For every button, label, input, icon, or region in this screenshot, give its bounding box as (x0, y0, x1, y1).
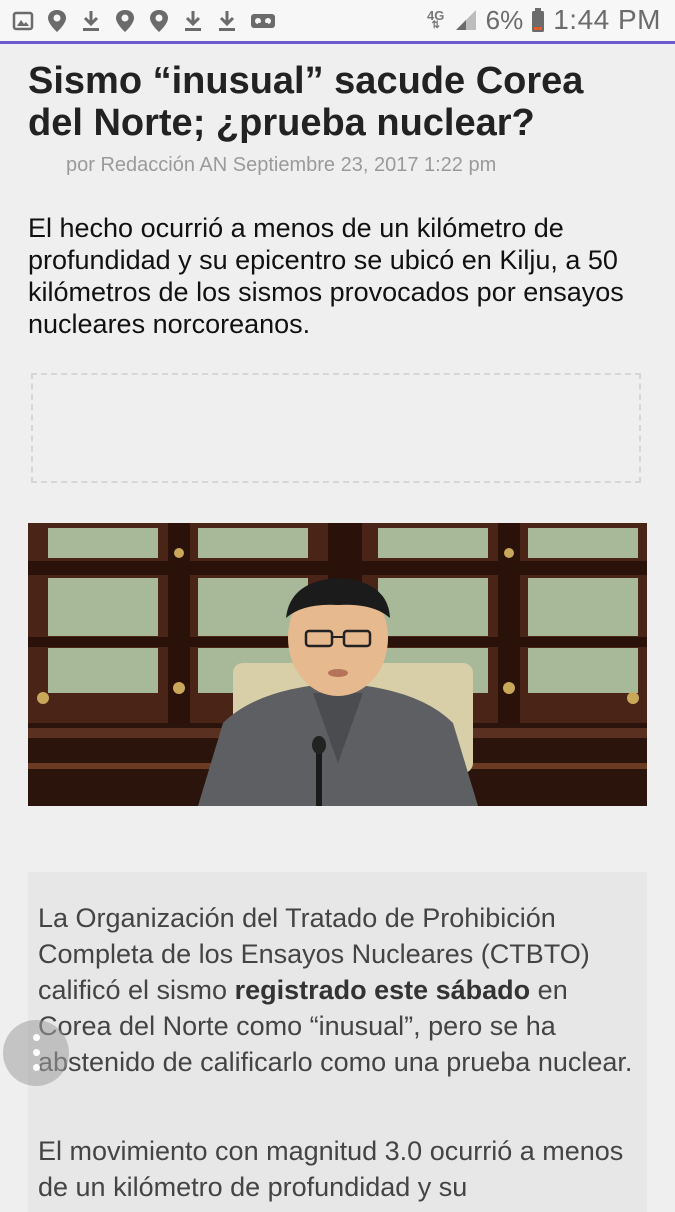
location-pin-icon (48, 10, 66, 32)
battery-icon (532, 8, 545, 32)
gallery-icon (12, 11, 34, 31)
status-bar: 4G ⇅ 6% 1:44 PM (0, 0, 675, 44)
article-photo (28, 523, 647, 806)
article-lead: El hecho ocurrió a menos de un kilómetro… (28, 213, 624, 339)
battery-percent: 6% (485, 4, 524, 35)
download-icon (219, 11, 235, 31)
more-dots-icon (33, 1049, 40, 1056)
network-type: 4G ⇅ (426, 8, 445, 31)
more-dots-icon (33, 1064, 40, 1071)
signal-icon (455, 10, 476, 30)
ad-placeholder (31, 373, 641, 483)
download-icon (185, 11, 201, 31)
clock: 1:44 PM (553, 4, 661, 35)
article-paragraph: El movimiento con magnitud 3.0 ocurrió a… (38, 1136, 624, 1202)
voicemail-icon (251, 14, 275, 28)
article-title: Sismo “inusual” sacude Corea del Norte; … (28, 60, 584, 144)
article-paragraph: La Organización del Tratado de Prohibici… (38, 900, 643, 1080)
article-byline[interactable]: por Redacción AN Septiembre 23, 2017 1:2… (66, 154, 496, 177)
location-pin-icon (150, 10, 168, 32)
paragraph-bold-text: registrado este sábado (234, 975, 531, 1005)
download-icon (83, 11, 99, 31)
notification-icons (12, 8, 276, 34)
location-pin-icon (116, 10, 134, 32)
floating-menu-button[interactable] (3, 1020, 69, 1086)
more-dots-icon (33, 1034, 40, 1041)
